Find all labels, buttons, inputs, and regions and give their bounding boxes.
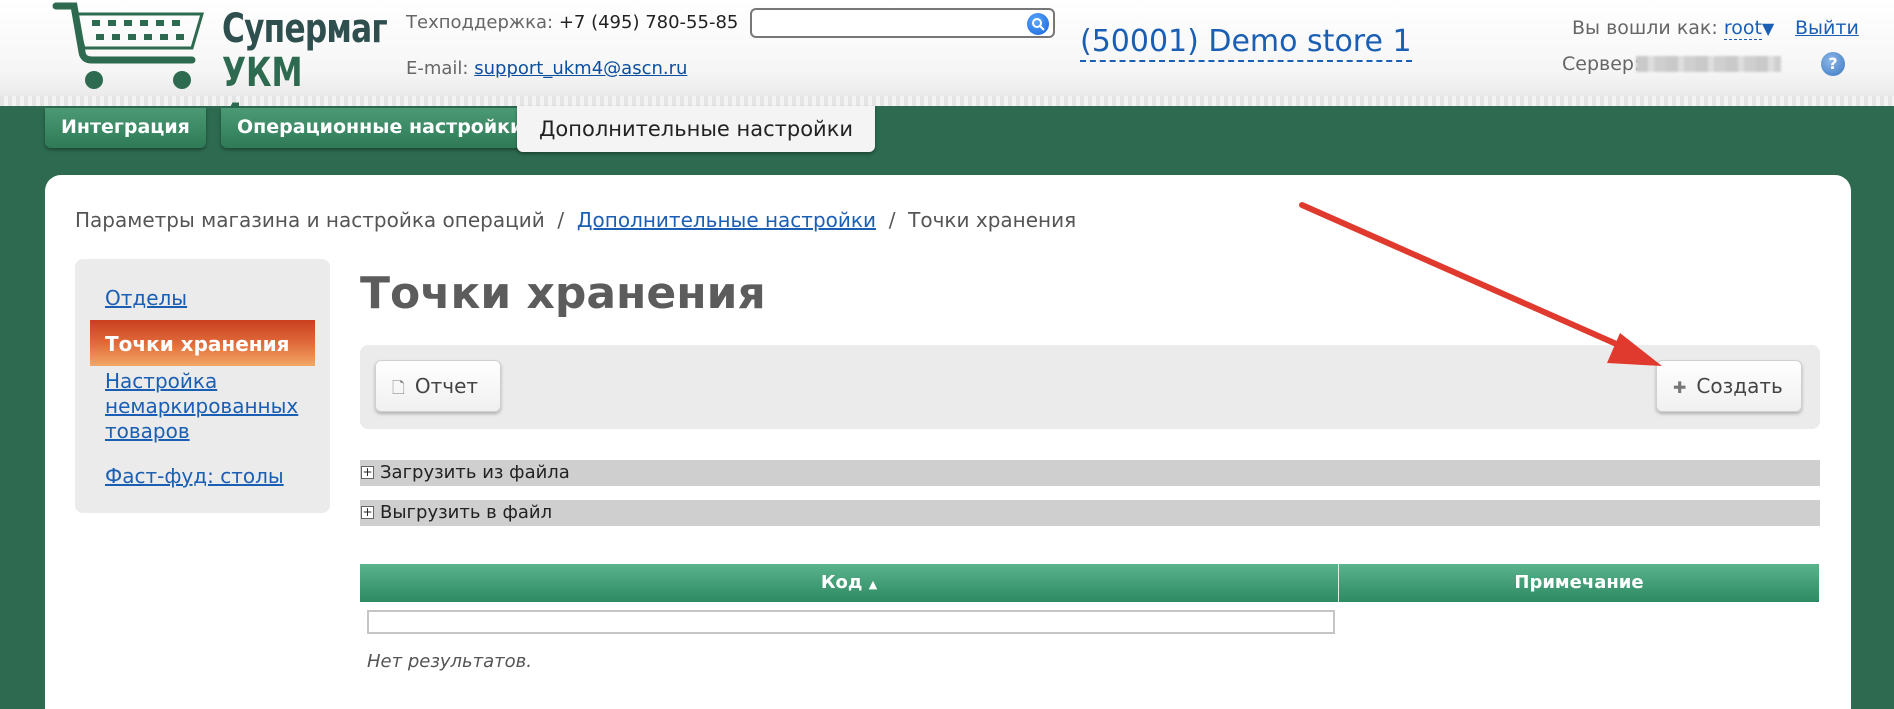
annotation-arrow — [1299, 202, 1662, 366]
